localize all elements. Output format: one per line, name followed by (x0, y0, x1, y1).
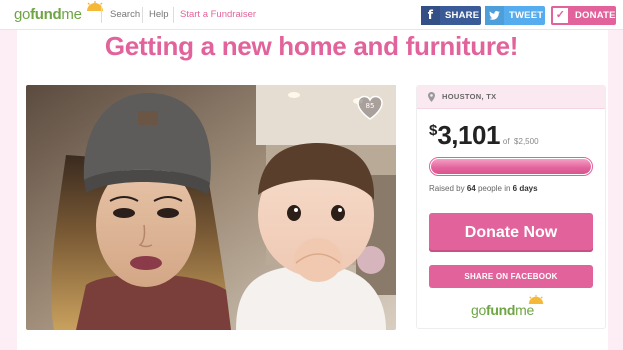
raised-amount: 3,101 (437, 120, 500, 150)
campaign-photo-image (26, 85, 396, 330)
logo-text-go: go (471, 302, 486, 318)
logo-sun-icon (87, 1, 103, 11)
share-on-facebook-button[interactable]: SHARE ON FACEBOOK (429, 265, 593, 288)
tweet-label: TWEET (509, 10, 544, 21)
location-strip: HOUSTON, TX (417, 86, 605, 109)
start-fundraiser-link[interactable]: Start a Fundraiser (180, 8, 256, 22)
nav-divider (173, 7, 174, 23)
location-text: HOUSTON, TX (442, 92, 497, 101)
logo-text-fund: fund (30, 6, 62, 23)
logo-text-me: me (61, 6, 82, 23)
logo-text-go: go (14, 6, 31, 23)
progress-bar (429, 157, 593, 176)
logo-text-fund: fund (485, 302, 516, 318)
sidebar-gofundme-logo: gofundme (471, 295, 544, 319)
raised-by-middle: people in (477, 184, 511, 193)
twitter-bird-icon (485, 6, 504, 25)
top-navigation-bar: gofundme Search Help Start a Fundraiser … (0, 0, 623, 30)
hearts-badge[interactable]: 85 (356, 94, 384, 122)
raised-by-prefix: Raised by (429, 184, 465, 193)
donate-now-button[interactable]: Donate Now (429, 213, 593, 252)
campaign-photo[interactable] (26, 85, 396, 330)
search-link[interactable]: Search (110, 8, 140, 22)
nav-divider (101, 7, 102, 23)
header-donate-label: DONATE (575, 10, 616, 21)
location-pin-icon (428, 92, 435, 102)
donation-sidebar: HOUSTON, TX $3,101 of $2,500 Raised by 64… (416, 85, 606, 329)
raised-by-text: Raised by 64 people in 6 days (429, 184, 538, 193)
logo-sun-icon (528, 295, 544, 304)
tweet-button[interactable]: TWEET (485, 6, 545, 25)
facebook-share-button[interactable]: f SHARE (421, 6, 481, 25)
campaign-title: Getting a new home and furniture! (104, 31, 519, 61)
amount-raised: $3,101 of $2,500 (429, 120, 539, 150)
days-count: 6 days (512, 184, 538, 193)
help-link[interactable]: Help (149, 8, 169, 22)
gofundme-logo[interactable]: gofundme (14, 1, 103, 25)
currency-symbol: $ (429, 122, 438, 139)
check-icon: ✓ (551, 6, 570, 25)
of-label: of (502, 137, 510, 146)
header-donate-button[interactable]: ✓ DONATE (551, 6, 616, 25)
hearts-count: 85 (365, 102, 375, 110)
progress-fill (431, 159, 591, 174)
goal-amount: $2,500 (514, 137, 539, 146)
facebook-icon: f (421, 6, 440, 25)
facebook-share-label: SHARE (445, 10, 480, 21)
nav-divider (142, 7, 143, 23)
logo-text-me: me (515, 302, 534, 318)
donor-count: 64 (466, 184, 476, 193)
